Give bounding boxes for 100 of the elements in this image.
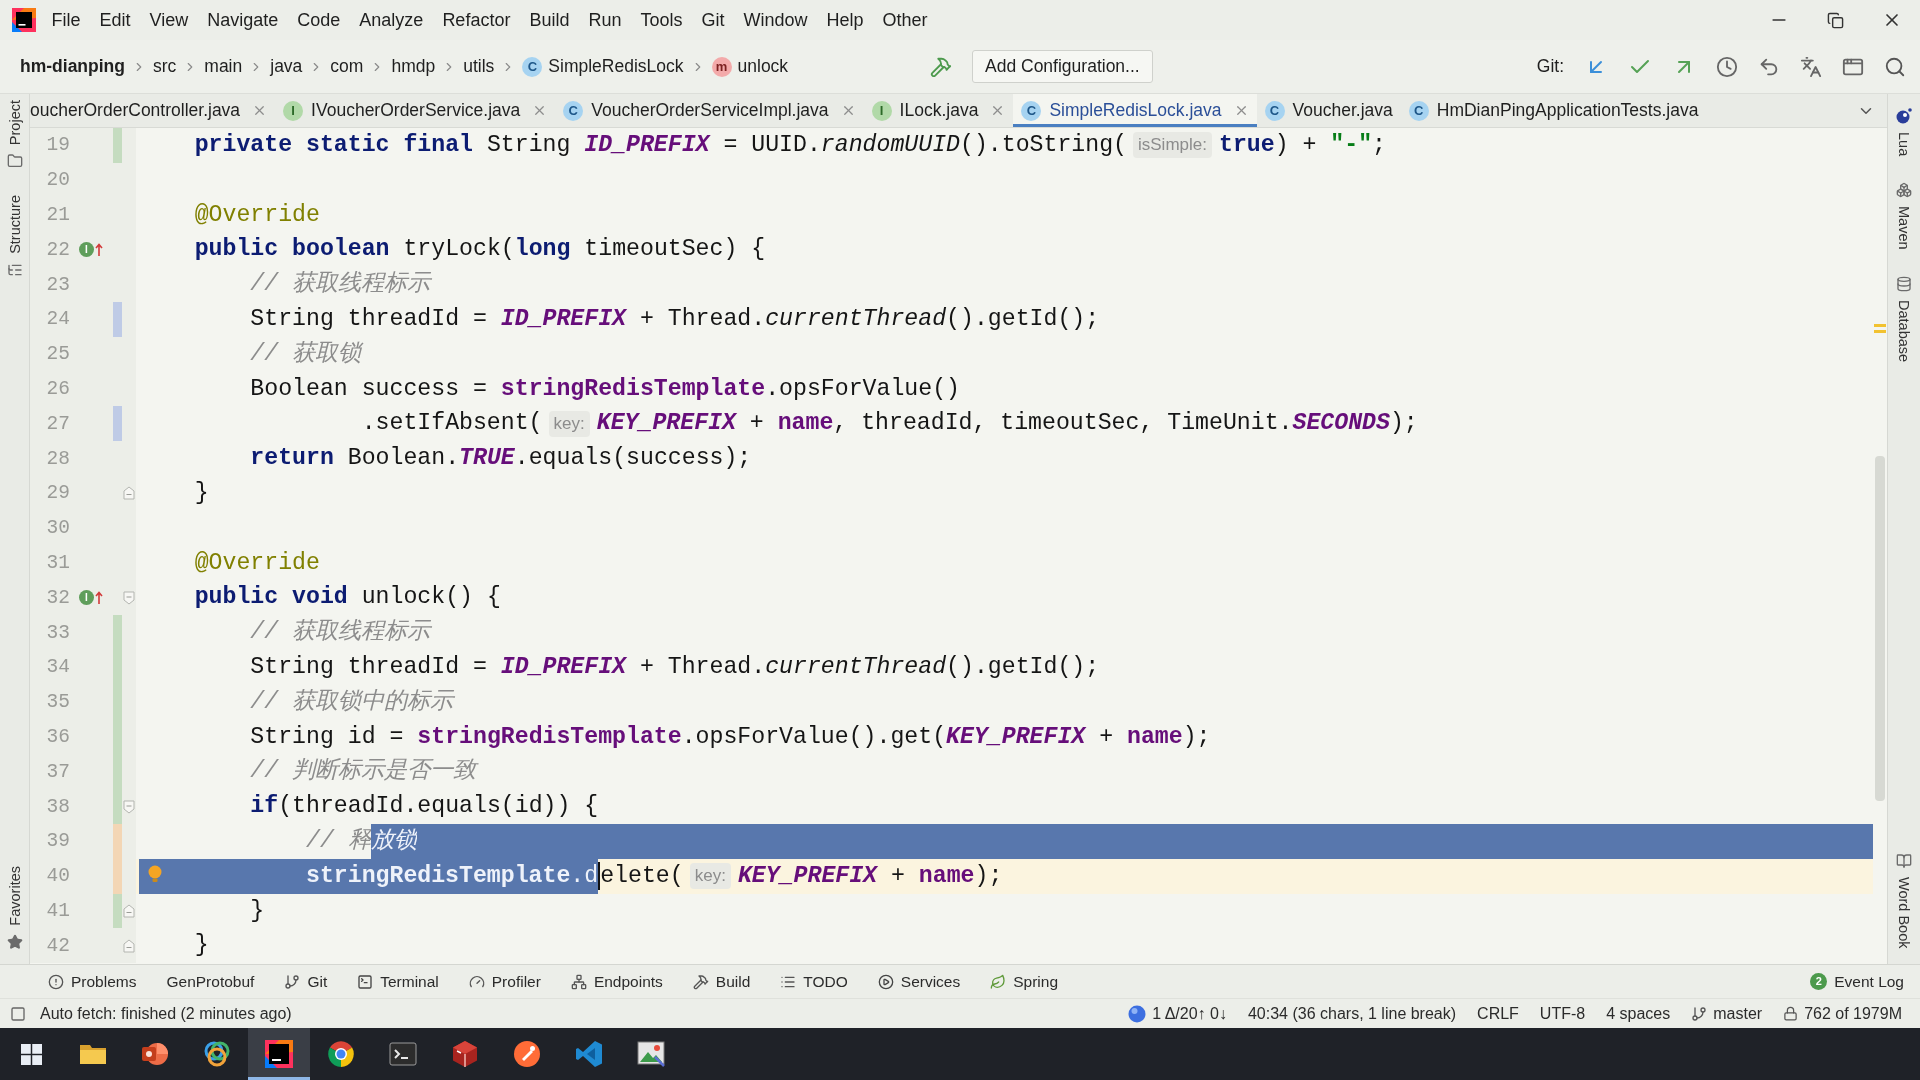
tool-window-button[interactable]: GenProtobuf	[166, 972, 255, 991]
breadcrumb[interactable]: SimpleRedisLock	[548, 56, 684, 77]
editor-tab[interactable]: I ILock.java	[863, 94, 1014, 127]
tool-window-button[interactable]: Database	[1896, 273, 1912, 364]
line-number: 33	[46, 620, 70, 645]
tool-window-button[interactable]: Favorites	[6, 864, 23, 952]
tool-window-button[interactable]: Lua	[1896, 106, 1912, 159]
editor-tab[interactable]: I IVoucherOrderService.java	[275, 94, 556, 127]
gauge-icon	[468, 973, 485, 990]
tool-window-button[interactable]: Git	[284, 972, 328, 991]
indent-setting[interactable]: 4 spaces	[1606, 1004, 1671, 1023]
windows-logo-icon	[20, 1043, 42, 1065]
tool-window-button[interactable]: Spring	[990, 972, 1059, 991]
line-number: 38	[46, 794, 70, 819]
editor-tab[interactable]: C Voucher.java	[1256, 94, 1401, 127]
git-branch[interactable]: master	[1713, 1004, 1763, 1023]
code-text: }	[250, 896, 265, 926]
memory-indicator[interactable]: 762 of 1979M	[1804, 1004, 1902, 1023]
menu-item[interactable]: Git	[692, 7, 734, 33]
fold-marker-icon[interactable]	[123, 903, 135, 918]
menu-item[interactable]: Tools	[630, 7, 692, 33]
breadcrumb[interactable]: utils	[463, 56, 495, 77]
tool-window-button[interactable]: Structure	[6, 193, 23, 280]
editor-tab[interactable]: C VoucherOrderServiceImpl.java	[555, 94, 864, 127]
breadcrumb[interactable]: hm-dianping	[20, 56, 125, 77]
code-text: // 获取锁	[250, 339, 362, 369]
run-configuration-button[interactable]: Add Configuration...	[972, 50, 1153, 83]
play-circle-icon	[877, 973, 894, 990]
menu-item[interactable]: Other	[873, 7, 938, 33]
breadcrumb[interactable]: com	[330, 56, 364, 77]
image-app-icon	[637, 1041, 665, 1067]
breadcrumb[interactable]: src	[153, 56, 177, 77]
taskbar-button[interactable]	[248, 1028, 310, 1080]
menu-item[interactable]: Window	[734, 7, 818, 33]
tool-window-button[interactable]: Problems	[48, 972, 137, 991]
fold-marker-icon[interactable]	[123, 938, 135, 953]
tool-window-button[interactable]: Profiler	[468, 972, 541, 991]
up-arrow-icon	[95, 590, 103, 605]
menu-item[interactable]: Code	[287, 7, 350, 33]
line-number: 22	[46, 237, 70, 262]
line-number: 34	[46, 655, 70, 680]
menu-item[interactable]: File	[42, 7, 90, 33]
star-icon	[6, 934, 23, 950]
fold-marker-icon[interactable]	[123, 799, 135, 814]
line-number: 31	[46, 550, 70, 575]
menu-item[interactable]: Analyze	[349, 7, 433, 33]
search-icon[interactable]	[1884, 55, 1906, 78]
breadcrumb[interactable]: java	[270, 56, 303, 77]
menu-item[interactable]: Navigate	[197, 7, 288, 33]
menu-item[interactable]: Run	[578, 7, 631, 33]
tool-window-button[interactable]: Build	[692, 972, 751, 991]
code-text: // 释	[306, 826, 371, 856]
inlay-hint: isSimple:	[1133, 132, 1212, 159]
tool-window-button[interactable]: Endpoints	[570, 972, 663, 991]
notification-count: 2	[1810, 973, 1828, 990]
vcs-status[interactable]: 1 Δ/20↑ 0↓	[1152, 1004, 1227, 1023]
tool-window-button[interactable]: Terminal	[357, 972, 439, 991]
tool-window-button[interactable]: Word Book	[1896, 850, 1912, 950]
tool-window-button[interactable]: 2 Event Log	[1810, 972, 1904, 991]
restore-icon[interactable]	[1827, 11, 1844, 29]
editor-tab[interactable]: oucherOrderController.java	[30, 94, 276, 127]
scrollbar-thumb[interactable]	[1875, 456, 1885, 801]
change-stripe-icon	[112, 615, 122, 650]
hammer-icon[interactable]	[930, 55, 952, 78]
code-text: @Override	[194, 548, 320, 578]
line-number: 32	[46, 585, 70, 610]
menu-item[interactable]: Build	[519, 7, 579, 33]
list-tree-icon	[6, 262, 23, 278]
editor-tab[interactable]: C SimpleRedisLock.java	[1013, 94, 1257, 127]
menu-item[interactable]: View	[140, 7, 198, 33]
breadcrumb[interactable]: unlock	[737, 56, 789, 77]
clock-icon[interactable]	[1716, 55, 1738, 78]
class-badge: C	[1021, 100, 1042, 121]
tool-window-button[interactable]: Project	[6, 98, 23, 172]
menu-item[interactable]: Help	[817, 7, 874, 33]
translate-icon[interactable]	[1800, 55, 1822, 78]
breadcrumb[interactable]: main	[204, 56, 243, 77]
tool-window-button[interactable]: Maven	[1896, 180, 1912, 252]
class-badge: C	[563, 100, 584, 121]
fold-marker-icon[interactable]	[123, 486, 135, 501]
caret-position[interactable]: 40:34 (36 chars, 1 line break)	[1247, 1004, 1457, 1023]
editor-tab[interactable]: C HmDianPingApplicationTests.java	[1400, 94, 1707, 127]
code-text: // 获取锁中的标示	[250, 687, 454, 717]
tool-window-button[interactable]: Services	[877, 972, 961, 991]
fold-marker-icon[interactable]	[123, 590, 135, 605]
code-text: }	[194, 478, 209, 508]
breadcrumb[interactable]: hmdp	[391, 56, 436, 77]
tool-window-button[interactable]: TODO	[780, 972, 848, 991]
line-separator[interactable]: CRLF	[1477, 1004, 1519, 1023]
menu-item[interactable]: Edit	[90, 7, 141, 33]
line-number: 41	[46, 898, 70, 923]
bulb-icon[interactable]	[148, 864, 162, 883]
panel-toggle-icon[interactable]	[10, 1005, 26, 1022]
line-number: 26	[46, 376, 70, 401]
menu-item[interactable]: Refactor	[432, 7, 520, 33]
lock-icon[interactable]	[1783, 1006, 1799, 1021]
line-number: 37	[46, 759, 70, 784]
class-badge: C	[1264, 100, 1285, 121]
line-number: 35	[46, 690, 70, 715]
file-encoding[interactable]: UTF-8	[1539, 1004, 1586, 1023]
